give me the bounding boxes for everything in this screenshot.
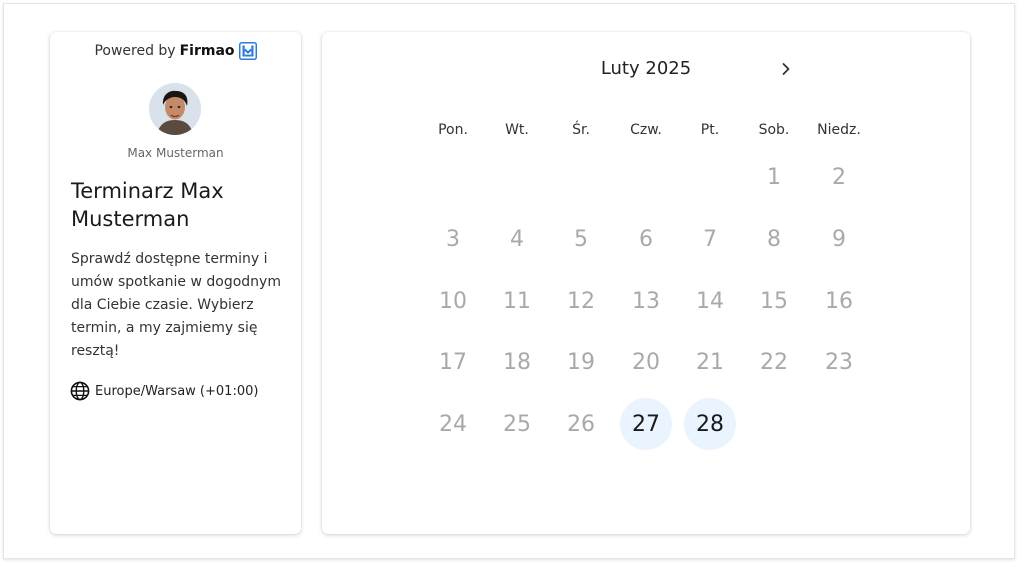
calendar-day-available[interactable]: 27 <box>620 398 672 450</box>
calendar-day: 6 <box>639 226 653 252</box>
calendar-day: 24 <box>439 411 467 437</box>
weekday-label: Śr. <box>572 122 590 138</box>
chevron-right-icon <box>782 63 790 75</box>
calendar-day: 8 <box>767 226 781 252</box>
weekday-label: Niedz. <box>817 122 861 138</box>
calendar-day: 21 <box>696 349 724 375</box>
calendar-day-available[interactable]: 28 <box>684 398 736 450</box>
calendar-day: 12 <box>567 288 595 314</box>
calendar-day: 9 <box>832 226 846 252</box>
avatar-name: Max Musterman <box>127 146 224 160</box>
calendar-day: 22 <box>760 349 788 375</box>
firmao-logo-icon <box>238 42 257 60</box>
timezone-selector[interactable]: Europe/Warsaw (+01:00) <box>70 381 258 401</box>
calendar-day: 13 <box>632 288 660 314</box>
calendar-day: 10 <box>439 288 467 314</box>
calendar-day: 5 <box>574 226 588 252</box>
calendar-day: 23 <box>825 349 853 375</box>
calendar-day: 14 <box>696 288 724 314</box>
next-month-button[interactable] <box>774 56 798 82</box>
month-title: Luty 2025 <box>600 58 692 79</box>
scheduler-info-panel: Powered by Firmao Max Musterman Terminar… <box>50 32 301 534</box>
weekday-label: Wt. <box>505 122 529 138</box>
calendar-day: 1 <box>767 164 781 190</box>
calendar-day: 17 <box>439 349 467 375</box>
page-title: Terminarz Max Musterman <box>71 179 224 231</box>
page-description: Sprawdź dostępne terminy i umów spotkani… <box>71 251 281 359</box>
calendar-day: 11 <box>503 288 531 314</box>
calendar-day: 3 <box>446 226 460 252</box>
globe-icon <box>70 381 90 401</box>
powered-by[interactable]: Powered by Firmao <box>50 42 301 60</box>
weekday-label: Czw. <box>630 122 662 138</box>
avatar <box>149 83 201 135</box>
calendar-day: 26 <box>567 411 595 437</box>
calendar-day: 4 <box>510 226 524 252</box>
calendar-day: 18 <box>503 349 531 375</box>
calendar-day: 19 <box>567 349 595 375</box>
calendar-day: 15 <box>760 288 788 314</box>
calendar-day: 20 <box>632 349 660 375</box>
calendar-day: 7 <box>703 226 717 252</box>
timezone-label: Europe/Warsaw (+01:00) <box>95 383 259 399</box>
calendar-day: 2 <box>832 164 846 190</box>
calendar-panel: Luty 2025 Pon. Wt. Śr. Czw. Pt. Sob. Niedz. 12… <box>322 32 970 534</box>
weekday-label: Pon. <box>438 122 468 138</box>
app-frame: Powered by Firmao Max Musterman Terminar… <box>3 3 1015 559</box>
calendar-day: 16 <box>825 288 853 314</box>
weekday-label: Sob. <box>758 122 790 138</box>
brand-name: Firmao <box>179 43 235 59</box>
weekday-label: Pt. <box>700 122 720 138</box>
powered-by-label: Powered by <box>94 43 176 59</box>
calendar-day: 25 <box>503 411 531 437</box>
